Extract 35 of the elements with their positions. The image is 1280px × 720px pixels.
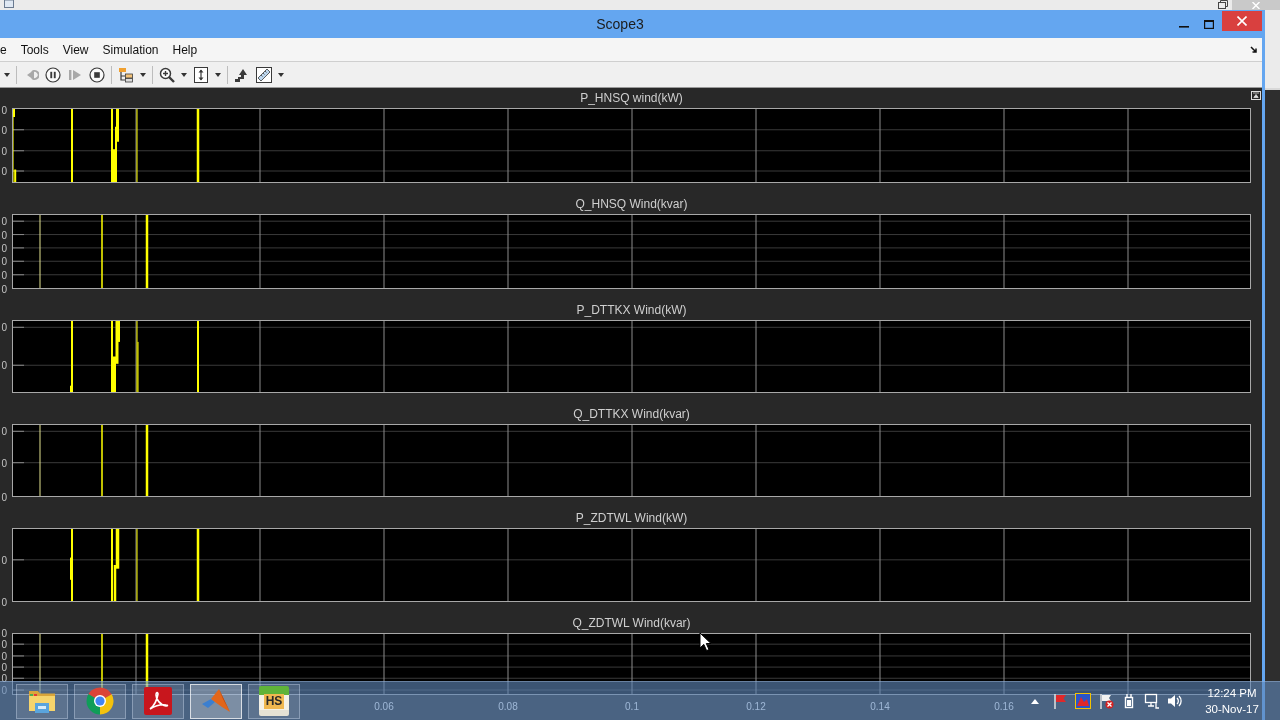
plot-title: P_DTTKX Wind(kW) (576, 303, 687, 317)
axis-tick-label: 0 (1, 638, 7, 650)
axis-tick-label: 0 (1, 596, 7, 608)
axis-tick-label: 0.06 (374, 701, 394, 712)
axis-tick-label: 0 (1, 242, 7, 254)
axis-tick-label: 0 (1, 215, 7, 227)
axis-tick-label: 0 (1, 283, 7, 295)
axis-tick-label: 0 (1, 321, 7, 333)
axis-tick-label: 0 (1, 627, 7, 639)
axis-tick-label: 0 (1, 457, 7, 469)
plot-title: P_ZDTWL Wind(kW) (575, 511, 688, 525)
axis-tick-label: 0 (1, 255, 7, 267)
plot-title: Q_HNSQ Wind(kvar) (575, 197, 688, 211)
window-title: Scope3 (596, 16, 644, 32)
axis-tick-label: 0 (1, 650, 7, 662)
axis-tick-label: 0 (1, 554, 7, 566)
axis-tick-label: 0 (1, 672, 7, 684)
axis-tick-label: 0 (1, 229, 7, 241)
axis-tick-label: 0 (1, 165, 7, 177)
axis-tick-label: 0 (1, 145, 7, 157)
plot-title: Q_ZDTWL Wind(kvar) (572, 616, 691, 630)
axis-tick-label: 0.1 (625, 701, 639, 712)
axis-tick-label: 0.08 (498, 701, 518, 712)
axis-tick-label: 0 (1, 269, 7, 281)
plot-title: Q_DTTKX Wind(kvar) (573, 407, 690, 421)
axis-tick-label: 0.12 (746, 701, 766, 712)
axis-tick-label: 0 (1, 661, 7, 673)
axis-tick-label: 0.16 (994, 701, 1014, 712)
axis-tick-label: 0 (1, 124, 7, 136)
axis-tick-label: 0 (1, 425, 7, 437)
axis-tick-label: 0 (1, 359, 7, 371)
plot-title: P_HNSQ wind(kW) (580, 91, 683, 105)
axis-tick-label: 0 (1, 104, 7, 116)
axis-tick-label: 0 (1, 491, 7, 503)
axis-tick-label: 0.14 (870, 701, 890, 712)
